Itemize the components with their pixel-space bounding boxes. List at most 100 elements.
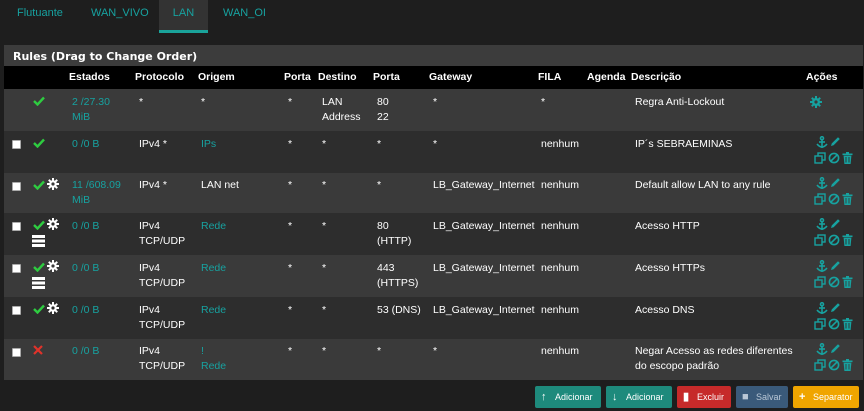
anchor-icon[interactable] (816, 218, 828, 231)
states-value[interactable]: 0 /0 B (72, 303, 99, 318)
pencil-icon[interactable] (830, 302, 841, 313)
table-row[interactable]: 0 /0 B IPv4 TCP/UDP Rede * * 53 (DNS) LB… (4, 297, 863, 339)
anchor-icon[interactable] (816, 177, 828, 190)
copy-icon[interactable] (814, 359, 826, 371)
add-rule-bottom-button[interactable]: ↓ Adicionar (606, 386, 672, 408)
copy-icon[interactable] (814, 193, 826, 205)
col-acoes: Ações (806, 71, 838, 83)
server-icon (32, 235, 45, 247)
states-value[interactable]: 2 /27.30 (72, 95, 110, 110)
ban-icon[interactable] (828, 318, 840, 330)
destination: * (322, 262, 327, 274)
gear-icon[interactable] (47, 178, 59, 190)
protocol: IPv4 (139, 304, 161, 316)
anchor-icon[interactable] (816, 136, 828, 149)
check-icon[interactable] (33, 262, 45, 272)
tab-wan-oi[interactable]: WAN_OI (217, 0, 272, 33)
source-link[interactable]: Rede (201, 261, 226, 276)
table-row[interactable]: 0 /0 B IPv4 TCP/UDP ! Rede * * * * nenhu… (4, 339, 863, 380)
add-rule-top-button[interactable]: ↑ Adicionar (535, 386, 601, 408)
states-value[interactable]: 0 /0 B (72, 219, 99, 234)
dest-port: * (377, 179, 382, 191)
gear-icon[interactable] (47, 218, 59, 230)
protocol: IPv4 * (139, 179, 168, 191)
trash-icon[interactable] (842, 318, 853, 330)
ban-icon[interactable] (828, 276, 840, 288)
source-link[interactable]: Rede (201, 303, 226, 318)
source: * (201, 96, 206, 108)
col-fila: FILA (538, 71, 562, 83)
row-checkbox[interactable] (12, 264, 21, 273)
pencil-icon[interactable] (830, 177, 841, 188)
source-link[interactable]: Rede (201, 359, 226, 374)
states-value[interactable]: 11 /608.09 (72, 178, 121, 193)
ban-icon[interactable] (828, 152, 840, 164)
tab-flutuante[interactable]: Flutuante (11, 0, 69, 33)
queue: nenhum (541, 220, 579, 232)
check-icon[interactable] (33, 180, 45, 190)
source-port: * (288, 138, 293, 150)
copy-icon[interactable] (814, 234, 826, 246)
source-link[interactable]: IPs (201, 137, 216, 152)
table-row[interactable]: 0 /0 B IPv4 TCP/UDP Rede * * 80 (HTTP) L… (4, 213, 863, 255)
gateway: LB_Gateway_Internet (433, 262, 535, 274)
row-checkbox[interactable] (12, 140, 21, 149)
ban-icon[interactable] (828, 193, 840, 205)
ban-icon[interactable] (828, 234, 840, 246)
save-button[interactable]: ■ Salvar (736, 386, 788, 408)
check-icon[interactable] (33, 138, 45, 148)
description: Default allow LAN to any rule (635, 179, 771, 191)
gateway: * (433, 345, 438, 357)
row-actions (810, 301, 862, 335)
destination: * (322, 304, 327, 316)
states-unit: MiB (72, 111, 91, 123)
trash-icon[interactable] (842, 276, 853, 288)
add-separator-button[interactable]: + Separator (793, 386, 859, 408)
anchor-icon[interactable] (816, 302, 828, 315)
trash-icon[interactable] (842, 152, 853, 164)
protocol-line2: TCP/UDP (139, 319, 186, 331)
tab-lan[interactable]: LAN (159, 0, 208, 33)
tab-wan-vivo[interactable]: WAN_VIVO (85, 0, 155, 33)
anchor-icon[interactable] (816, 260, 828, 273)
table-row[interactable]: 2 /27.30 MiB * * * LAN Address 80 22 * *… (4, 89, 863, 131)
pencil-icon[interactable] (830, 260, 841, 271)
source-port: * (288, 179, 293, 191)
states-value[interactable]: 0 /0 B (72, 261, 99, 276)
row-checkbox[interactable] (12, 222, 21, 231)
gear-icon[interactable] (810, 96, 822, 108)
row-checkbox[interactable] (12, 182, 21, 191)
description-line2: do escopo padrão (635, 360, 720, 372)
ban-icon[interactable] (828, 359, 840, 371)
description: Negar Acesso as redes diferentes (635, 345, 793, 357)
source-link[interactable]: Rede (201, 219, 226, 234)
anchor-icon[interactable] (816, 343, 828, 356)
protocol-line2: TCP/UDP (139, 277, 186, 289)
states-value[interactable]: 0 /0 B (72, 344, 99, 359)
protocol: * (139, 96, 144, 108)
table-row[interactable]: 11 /608.09 MiB IPv4 * LAN net * * * LB_G… (4, 173, 863, 213)
pencil-icon[interactable] (830, 136, 841, 147)
table-row[interactable]: 0 /0 B IPv4 TCP/UDP Rede * * 443 (HTTPS)… (4, 255, 863, 297)
table-row[interactable]: 0 /0 B IPv4 * IPs * * * * nenhum IP´s SE… (4, 131, 863, 173)
save-label: Salvar (756, 392, 782, 402)
trash-icon[interactable] (842, 193, 853, 205)
states-value[interactable]: 0 /0 B (72, 137, 99, 152)
description: Regra Anti-Lockout (635, 96, 725, 108)
trash-icon[interactable] (842, 234, 853, 246)
check-icon[interactable] (33, 304, 45, 314)
times-icon[interactable] (33, 345, 43, 355)
copy-icon[interactable] (814, 318, 826, 330)
check-icon[interactable] (33, 220, 45, 230)
pencil-icon[interactable] (830, 218, 841, 229)
row-checkbox[interactable] (12, 306, 21, 315)
protocol: IPv4 (139, 262, 161, 274)
pencil-icon[interactable] (830, 343, 841, 354)
row-checkbox[interactable] (12, 348, 21, 357)
gear-icon[interactable] (47, 302, 59, 314)
delete-button[interactable]: ▮ Excluir (677, 386, 731, 408)
copy-icon[interactable] (814, 152, 826, 164)
trash-icon[interactable] (842, 359, 853, 371)
gear-icon[interactable] (47, 260, 59, 272)
copy-icon[interactable] (814, 276, 826, 288)
